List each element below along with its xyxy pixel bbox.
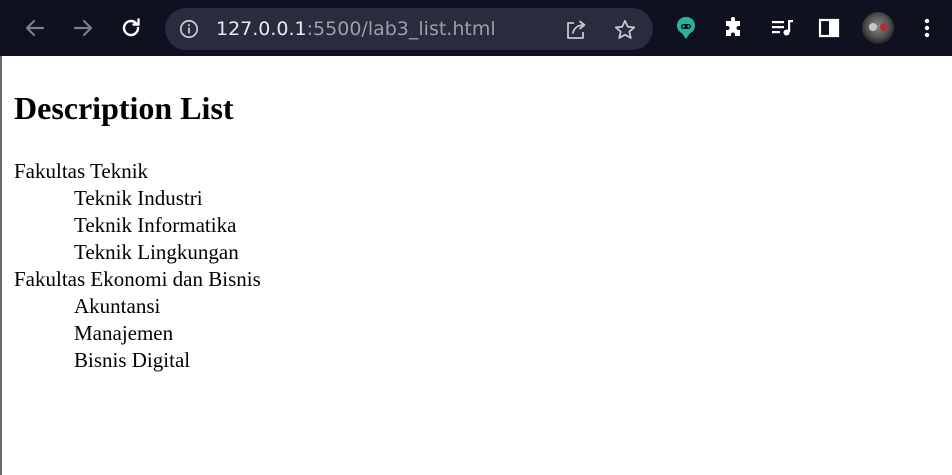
url-host: 127.0.0.1 — [216, 18, 307, 40]
page-content: Description List Fakultas Teknik Teknik … — [0, 56, 952, 475]
address-bar[interactable]: 127.0.0.1:5500/lab3_list.html — [165, 8, 653, 50]
back-arrow-icon — [25, 19, 45, 37]
description-list: Fakultas Teknik Teknik Industri Teknik I… — [14, 158, 261, 374]
share-icon — [567, 20, 586, 39]
side-panel-icon — [818, 18, 840, 38]
list-description: Teknik Lingkungan — [74, 240, 239, 264]
list-description: Teknik Informatika — [74, 213, 237, 237]
kebab-menu-icon — [924, 18, 930, 38]
url-path: :5500/lab3_list.html — [306, 18, 496, 40]
avatar-eye — [880, 23, 888, 31]
list-term: Fakultas Ekonomi dan Bisnis — [14, 267, 261, 291]
info-icon — [179, 19, 199, 39]
list-description: Bisnis Digital — [74, 348, 191, 372]
extensions-button[interactable] — [718, 12, 750, 44]
extension-icon — [677, 17, 695, 39]
forward-arrow-icon — [73, 19, 93, 37]
share-button[interactable] — [563, 17, 589, 43]
forward-button[interactable] — [67, 12, 99, 44]
page-title: Description List — [14, 90, 234, 126]
media-queue-icon — [772, 20, 793, 36]
avatar[interactable] — [862, 12, 894, 44]
back-button[interactable] — [19, 12, 51, 44]
list-description: Manajemen — [74, 321, 174, 345]
bookmark-button[interactable] — [612, 17, 638, 43]
browser-menu-button[interactable] — [911, 12, 943, 44]
list-description: Teknik Industri — [74, 186, 203, 210]
reload-icon — [122, 18, 140, 37]
extension-button[interactable] — [670, 12, 702, 44]
site-info-button[interactable] — [178, 18, 200, 40]
list-term: Fakultas Teknik — [14, 159, 149, 183]
media-control-button[interactable] — [766, 12, 798, 44]
list-description: Akuntansi — [74, 294, 161, 318]
puzzle-icon — [726, 17, 740, 36]
reload-button[interactable] — [115, 12, 147, 44]
star-icon — [614, 19, 636, 39]
address-url[interactable]: 127.0.0.1:5500/lab3_list.html — [216, 8, 496, 50]
browser-toolbar: 127.0.0.1:5500/lab3_list.html — [0, 0, 952, 56]
avatar-eye — [869, 23, 877, 31]
side-panel-button[interactable] — [813, 12, 845, 44]
